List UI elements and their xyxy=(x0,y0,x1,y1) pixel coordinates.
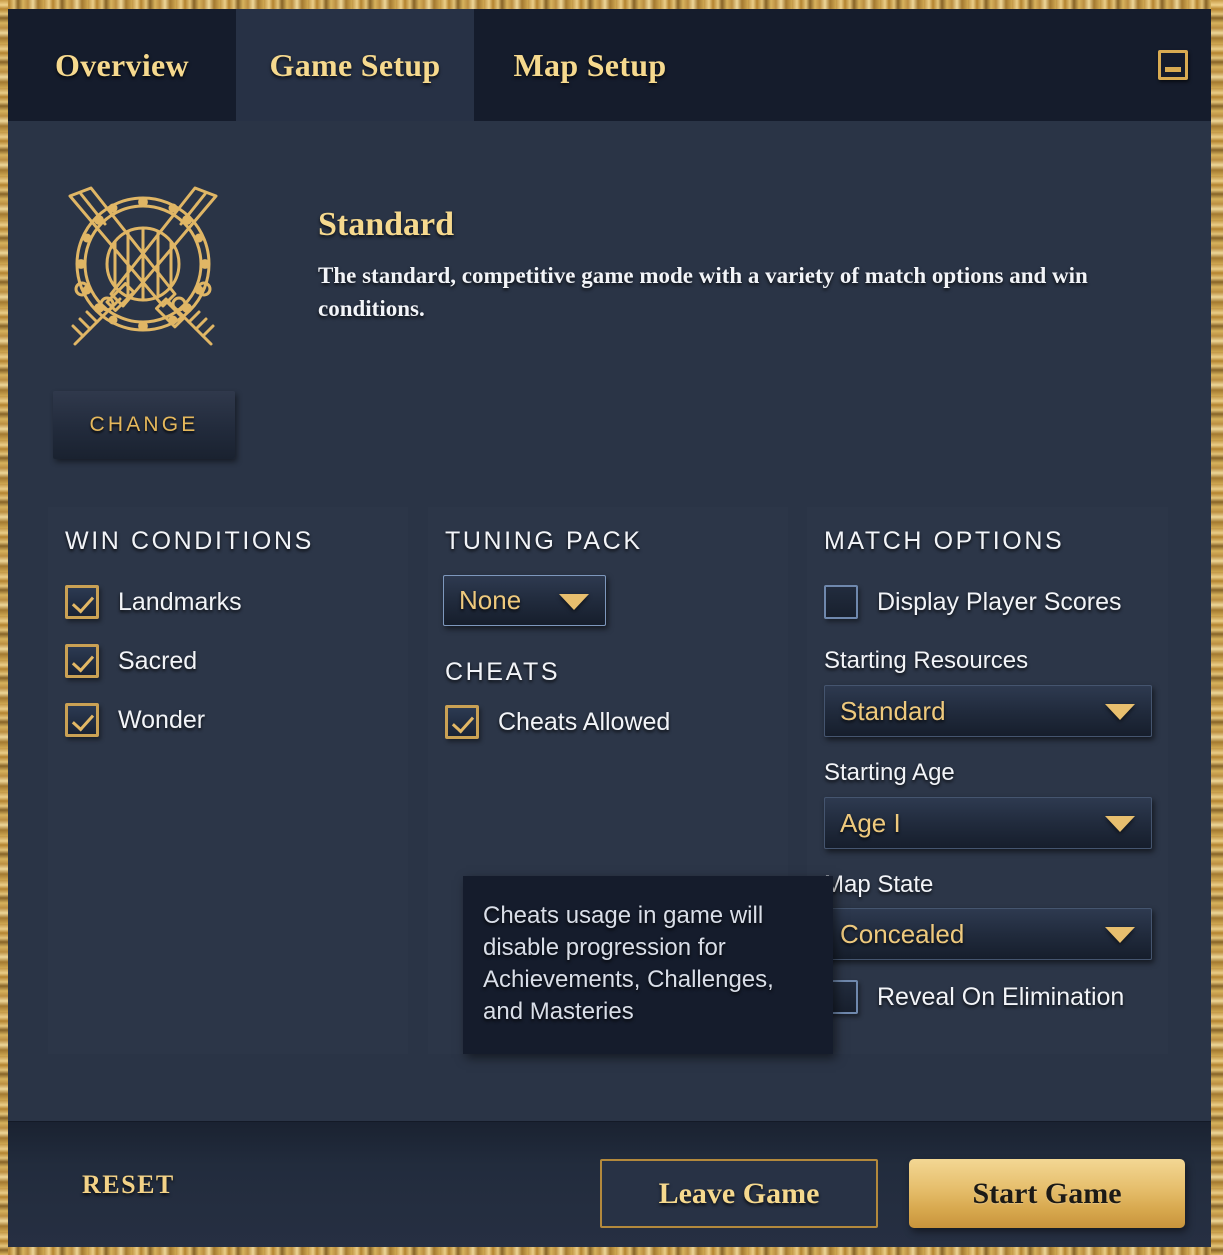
checkbox-label-cheats-allowed: Cheats Allowed xyxy=(498,707,671,736)
tab-map-setup[interactable]: Map Setup xyxy=(474,9,706,121)
lobby-window: Overview Game Setup Map Setup Standard T… xyxy=(8,9,1211,1247)
start-game-button[interactable]: Start Game xyxy=(909,1159,1185,1228)
tuning-pack-title: TUNING PACK xyxy=(445,527,643,555)
frame-border-bottom xyxy=(0,1246,1223,1255)
match-options-title: MATCH OPTIONS xyxy=(824,527,1065,555)
map-state-label: Map State xyxy=(824,871,934,898)
game-mode-description: The standard, competitive game mode with… xyxy=(318,263,1088,321)
chevron-down-icon xyxy=(1105,927,1135,943)
starting-age-value: Age I xyxy=(840,807,901,838)
cheats-title: CHEATS xyxy=(445,658,561,686)
frame-border-left xyxy=(0,0,8,1255)
tab-bar: Overview Game Setup Map Setup xyxy=(8,9,1211,121)
tab-game-setup[interactable]: Game Setup xyxy=(236,9,474,121)
change-mode-button[interactable]: CHANGE xyxy=(53,391,235,459)
map-state-value: Concealed xyxy=(840,918,965,949)
win-conditions-panel: WIN CONDITIONS Landmarks Sacred Wonder xyxy=(48,507,408,1054)
app-frame: Overview Game Setup Map Setup Standard T… xyxy=(0,0,1223,1255)
checkbox-row-wonder[interactable]: Wonder xyxy=(65,703,205,737)
starting-resources-dropdown[interactable]: Standard xyxy=(824,685,1152,737)
match-options-panel: MATCH OPTIONS Display Player Scores Star… xyxy=(807,507,1168,1054)
checkbox-row-sacred[interactable]: Sacred xyxy=(65,644,197,678)
chevron-down-icon xyxy=(559,593,589,610)
checkbox-label-reveal-on-elimination: Reveal On Elimination xyxy=(877,982,1125,1011)
crossed-swords-shield-icon xyxy=(53,176,233,351)
checkbox-label-display-player-scores: Display Player Scores xyxy=(877,587,1122,616)
checkbox-label-wonder: Wonder xyxy=(118,705,206,734)
checkbox-sacred[interactable] xyxy=(65,644,99,678)
checkbox-cheats-allowed[interactable] xyxy=(445,705,479,739)
checkbox-label-sacred: Sacred xyxy=(118,646,198,675)
checkbox-row-reveal-on-elimination[interactable]: Reveal On Elimination xyxy=(824,980,1124,1014)
checkbox-label-landmarks: Landmarks xyxy=(118,587,242,616)
game-mode-title: Standard xyxy=(318,206,455,243)
frame-border-right xyxy=(1211,0,1223,1255)
checkbox-row-landmarks[interactable]: Landmarks xyxy=(65,585,242,619)
starting-resources-value: Standard xyxy=(840,695,946,726)
checkbox-row-cheats-allowed[interactable]: Cheats Allowed xyxy=(445,705,670,739)
chevron-down-icon xyxy=(1105,704,1135,720)
leave-game-button[interactable]: Leave Game xyxy=(600,1159,878,1228)
minimize-icon[interactable] xyxy=(1158,50,1188,80)
tab-overview[interactable]: Overview xyxy=(8,9,236,121)
starting-age-dropdown[interactable]: Age I xyxy=(824,797,1152,849)
chevron-down-icon xyxy=(1105,816,1135,832)
game-setup-content: Standard The standard, competitive game … xyxy=(8,121,1211,1121)
win-conditions-title: WIN CONDITIONS xyxy=(65,527,314,555)
reset-button[interactable]: RESET xyxy=(82,1170,175,1200)
tuning-pack-value: None xyxy=(459,585,522,615)
starting-resources-label: Starting Resources xyxy=(824,647,1029,674)
map-state-dropdown[interactable]: Concealed xyxy=(824,908,1152,960)
cheats-tooltip: Cheats usage in game will disable progre… xyxy=(463,876,833,1054)
checkbox-display-player-scores[interactable] xyxy=(824,585,858,619)
checkbox-wonder[interactable] xyxy=(65,703,99,737)
starting-age-label: Starting Age xyxy=(824,759,955,786)
checkbox-landmarks[interactable] xyxy=(65,585,99,619)
footer-bar: RESET Leave Game Start Game xyxy=(8,1121,1211,1247)
checkbox-row-display-player-scores[interactable]: Display Player Scores xyxy=(824,585,1122,619)
tuning-pack-dropdown[interactable]: None xyxy=(443,575,606,626)
